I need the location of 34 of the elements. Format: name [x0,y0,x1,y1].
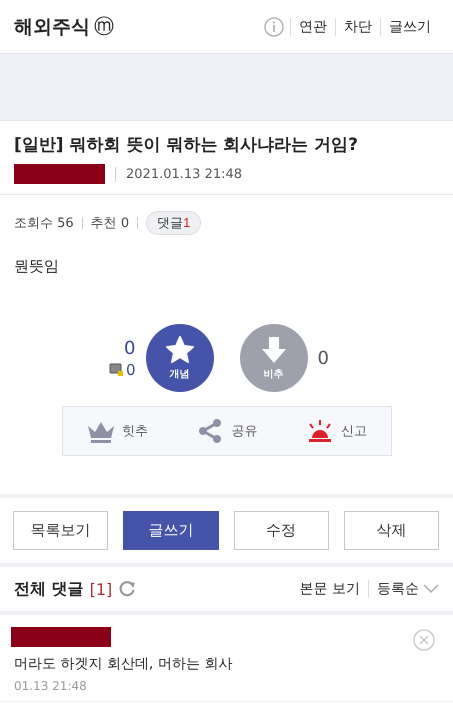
fixed-upvote-count: 0 [126,360,136,378]
action-button[interactable]: 힛추 [82,414,152,448]
action-button[interactable]: 신고 [300,414,371,448]
mobile-mark-label: ⓜ [94,13,114,40]
header-link[interactable]: 연관 [290,18,335,36]
comment-count-button[interactable]: 댓글1 [146,211,202,235]
info-icon[interactable] [264,16,284,36]
downvote-count: 0 [318,348,330,368]
action-button[interactable]: 공유 [191,414,262,448]
star-icon [164,335,194,365]
post-title: [일반] 뭐하회 뜻이 뭐하는 회사냐라는 거임? [14,134,359,156]
monitor-icon [108,363,123,376]
upvote-count: 0 [124,338,136,358]
comment-date: 01.13 21:48 [14,679,88,693]
action-button[interactable]: 글쓰기 [123,511,218,550]
board-title[interactable]: 해외주식 [14,14,90,40]
header-link[interactable]: 글쓰기 [380,18,439,36]
upvote-button[interactable]: 개념 [146,324,214,392]
action-button[interactable]: 삭제 [344,511,439,550]
post-body: 뭔뜻임 [13,256,60,276]
close-icon[interactable] [413,629,435,651]
comments-count: [1] [90,580,112,598]
comments-title: 전체 댓글 [14,578,84,600]
refresh-icon[interactable] [118,580,136,598]
action-button[interactable]: 목록보기 [13,511,108,550]
sort-dropdown[interactable]: 등록순 [377,580,439,598]
comment-text: 머라도 하겟지 회산데, 머하는 회사 [14,655,234,673]
view-body-link[interactable]: 본문 보기 [300,580,369,598]
caret-icon [423,584,439,594]
header-link[interactable]: 차단 [335,18,380,36]
post-date: 2021.01.13 21:48 [115,166,242,182]
view-count: 조회수 56 [14,215,74,232]
recommend-count: 추천 0 [90,215,130,232]
action-button[interactable]: 수정 [234,511,329,550]
